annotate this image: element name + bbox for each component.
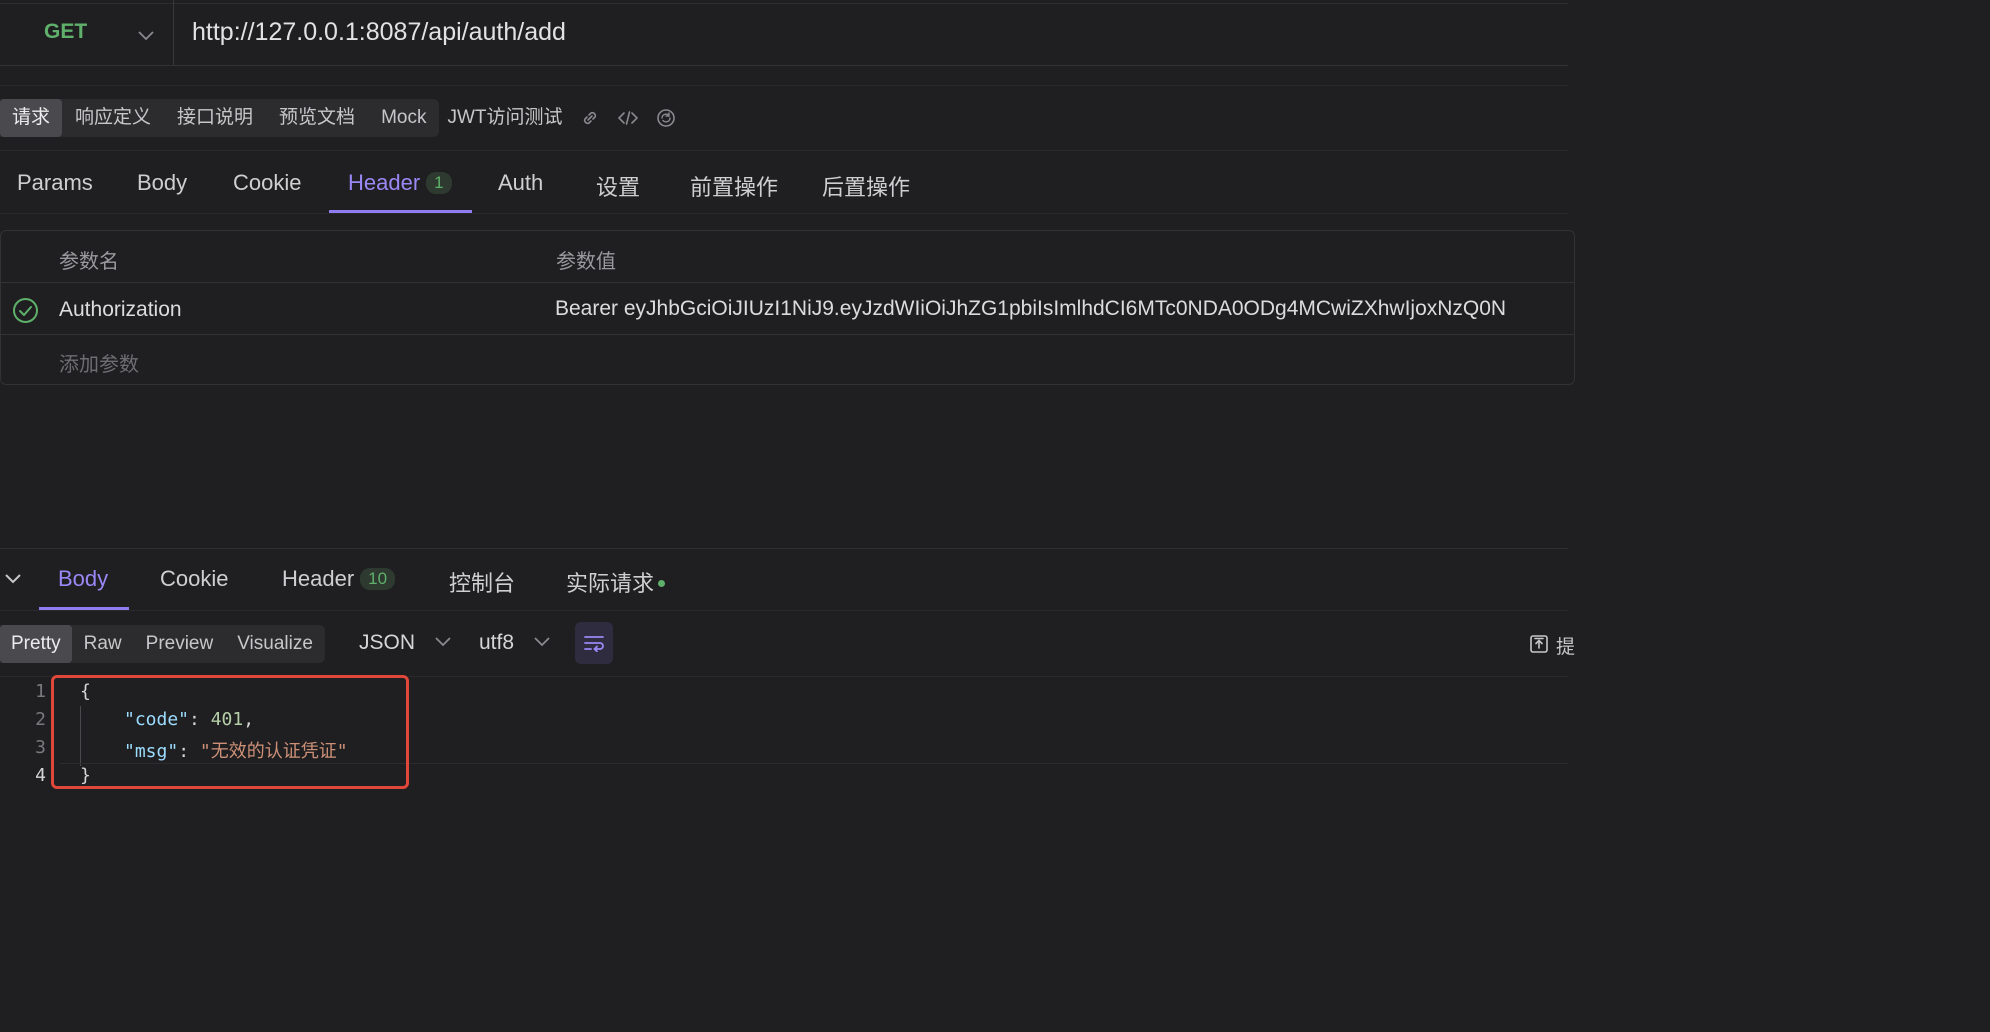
- sync-icon[interactable]: [647, 99, 685, 137]
- mode-pretty[interactable]: Pretty: [0, 625, 72, 663]
- mode-raw[interactable]: Raw: [72, 625, 134, 663]
- method-select[interactable]: GET: [44, 20, 87, 44]
- status-dot-icon: [658, 580, 666, 587]
- type-select-label: JSON: [359, 631, 416, 654]
- word-wrap-button[interactable]: [575, 622, 613, 664]
- tab-response-definition[interactable]: 响应定义: [62, 99, 164, 137]
- mode-preview[interactable]: Preview: [134, 625, 226, 663]
- check-circle-icon[interactable]: [12, 297, 39, 329]
- column-header-name: 参数名: [59, 251, 119, 273]
- top-tab-bar: 请求 响应定义 接口说明 预览文档 Mock JWT访问测试: [0, 99, 685, 137]
- headers-table: 参数名 参数值 Authorization Bearer eyJhbGciOiJ…: [0, 230, 1575, 385]
- header-value-cell[interactable]: Bearer eyJhbGciOiJIUzI1NiJ9.eyJzdWIiOiJh…: [555, 297, 1569, 321]
- chevron-down-icon: [534, 637, 550, 647]
- line-number: 3: [35, 737, 46, 758]
- tab-post-operations[interactable]: 后置操作: [822, 170, 910, 202]
- wrap-icon: [584, 636, 604, 652]
- res-tab-cookie[interactable]: Cookie: [160, 566, 228, 592]
- line-number: 4: [35, 765, 46, 786]
- header-name-cell[interactable]: Authorization: [59, 298, 182, 322]
- export-icon[interactable]: [1528, 633, 1550, 660]
- res-tab-console[interactable]: 控制台: [449, 566, 515, 598]
- url-divider: [173, 0, 174, 65]
- chevron-down-icon: [435, 637, 451, 647]
- top-tab-group: 请求 响应定义 接口说明 预览文档 Mock: [0, 99, 440, 137]
- tab-mock[interactable]: Mock: [368, 99, 439, 137]
- tab-settings[interactable]: 设置: [596, 170, 640, 202]
- export-label[interactable]: 提: [1556, 632, 1575, 659]
- line-number: 2: [35, 709, 46, 730]
- jwt-test-label[interactable]: JWT访问测试: [439, 99, 570, 137]
- response-tab-bar: Body Cookie Header 10 控制台 实际请求: [0, 566, 1568, 606]
- header-count-badge: 1: [426, 172, 452, 194]
- tab-preview-docs[interactable]: 预览文档: [266, 99, 368, 137]
- encoding-select[interactable]: utf8: [479, 631, 550, 655]
- tab-body[interactable]: Body: [137, 170, 187, 196]
- tab-cookie[interactable]: Cookie: [233, 170, 301, 196]
- res-tab-actual-request[interactable]: 实际请求: [566, 566, 666, 598]
- format-mode-group: Pretty Raw Preview Visualize: [0, 625, 325, 663]
- res-tab-header[interactable]: Header 10: [282, 566, 396, 592]
- res-tab-header-label: Header: [282, 566, 355, 591]
- line-number: 1: [35, 681, 46, 702]
- type-select[interactable]: JSON: [359, 631, 451, 655]
- tab-header[interactable]: Header 1: [348, 170, 452, 196]
- chevron-down-icon[interactable]: [138, 28, 154, 46]
- annotation-highlight-box: [51, 675, 409, 789]
- tab-auth[interactable]: Auth: [498, 170, 543, 196]
- add-param-placeholder[interactable]: 添加参数: [59, 348, 139, 377]
- res-header-count-badge: 10: [360, 568, 396, 590]
- url-input[interactable]: http://127.0.0.1:8087/api/auth/add: [192, 18, 566, 47]
- tab-request[interactable]: 请求: [0, 99, 63, 137]
- tab-params[interactable]: Params: [17, 170, 93, 196]
- link-icon[interactable]: [571, 99, 609, 137]
- tab-api-description[interactable]: 接口说明: [164, 99, 266, 137]
- tab-pre-operations[interactable]: 前置操作: [690, 170, 778, 202]
- res-tab-body[interactable]: Body: [58, 566, 108, 592]
- res-tab-actual-label: 实际请求: [566, 571, 655, 596]
- code-icon[interactable]: [609, 99, 647, 137]
- request-tab-bar: Params Body Cookie Header 1 Auth 设置 前置操作 …: [0, 162, 1568, 212]
- column-header-value: 参数值: [556, 251, 616, 273]
- mode-visualize[interactable]: Visualize: [225, 625, 325, 663]
- tab-header-label: Header: [348, 170, 421, 195]
- encoding-select-label: utf8: [479, 631, 515, 654]
